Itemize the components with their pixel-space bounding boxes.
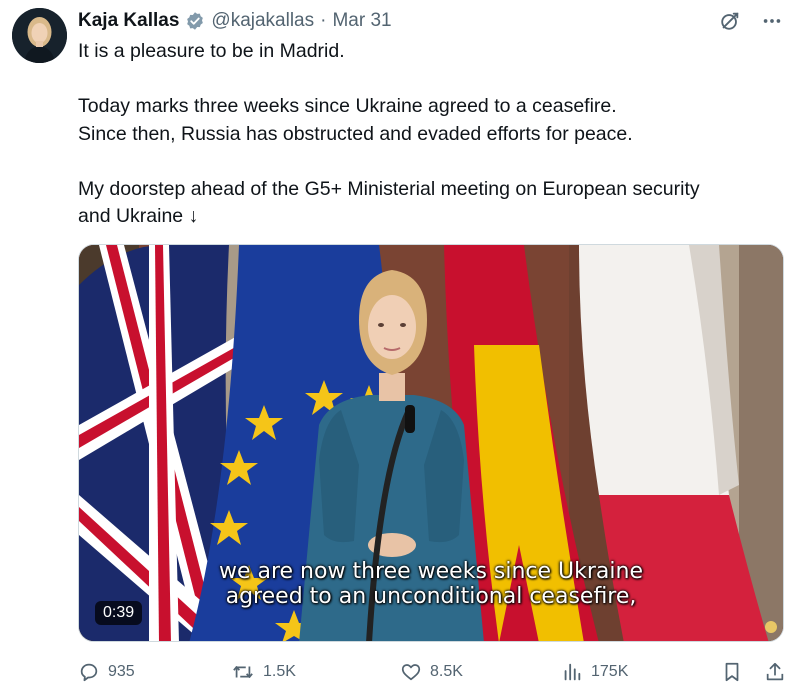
repost-button[interactable]: 1.5K	[231, 661, 296, 683]
tweet-text: It is a pleasure to be in Madrid. Today …	[78, 38, 778, 231]
share-icon	[766, 662, 784, 681]
like-icon	[401, 664, 421, 681]
more-icon[interactable]	[760, 9, 784, 33]
video-duration: 0:39	[95, 601, 143, 625]
reply-button[interactable]: 935	[78, 661, 135, 683]
author-name[interactable]: Kaja Kallas	[78, 10, 179, 32]
bookmark-button[interactable]	[721, 661, 743, 683]
broadcaster-logo-icon	[765, 621, 777, 633]
video-player[interactable]: we are now three weeks since Ukraine agr…	[78, 244, 784, 642]
like-button[interactable]: 8.5K	[400, 661, 463, 683]
retweet-icon	[233, 666, 253, 678]
views-count: 175K	[591, 663, 629, 680]
tweet-header: Kaja Kallas @kajakallas · Mar 31	[78, 8, 392, 34]
separator-dot: ·	[320, 10, 327, 31]
views-icon	[564, 663, 581, 681]
grok-icon[interactable]	[718, 9, 742, 33]
reply-count: 935	[108, 663, 135, 680]
share-button[interactable]	[764, 661, 786, 683]
tweet-text-line: It is a pleasure to be in Madrid.	[78, 40, 345, 62]
author-handle[interactable]: @kajakallas	[211, 10, 314, 32]
video-subtitle-line: agreed to an unconditional ceasefire,	[225, 584, 637, 609]
tweet-text-line: Today marks three weeks since Ukraine ag…	[78, 95, 617, 117]
verified-icon	[185, 11, 205, 31]
tweet-text-line: My doorstep ahead of the G5+ Ministerial…	[78, 177, 700, 200]
tweet-date[interactable]: Mar 31	[332, 10, 391, 32]
header-actions	[718, 8, 784, 34]
tweet-action-bar: 935 1.5K 8.5K 175K	[78, 657, 784, 687]
reply-icon	[80, 663, 98, 682]
tweet-text-line: and Ukraine ↓	[78, 205, 199, 227]
avatar-image	[12, 8, 67, 63]
avatar[interactable]	[12, 8, 67, 63]
video-subtitle-line: we are now three weeks since Ukraine	[218, 559, 644, 584]
tweet-text-line: Since then, Russia has obstructed and ev…	[78, 122, 633, 145]
like-count: 8.5K	[430, 663, 463, 680]
bookmark-icon	[725, 662, 739, 682]
repost-count: 1.5K	[263, 663, 296, 680]
views-button[interactable]: 175K	[561, 661, 628, 683]
